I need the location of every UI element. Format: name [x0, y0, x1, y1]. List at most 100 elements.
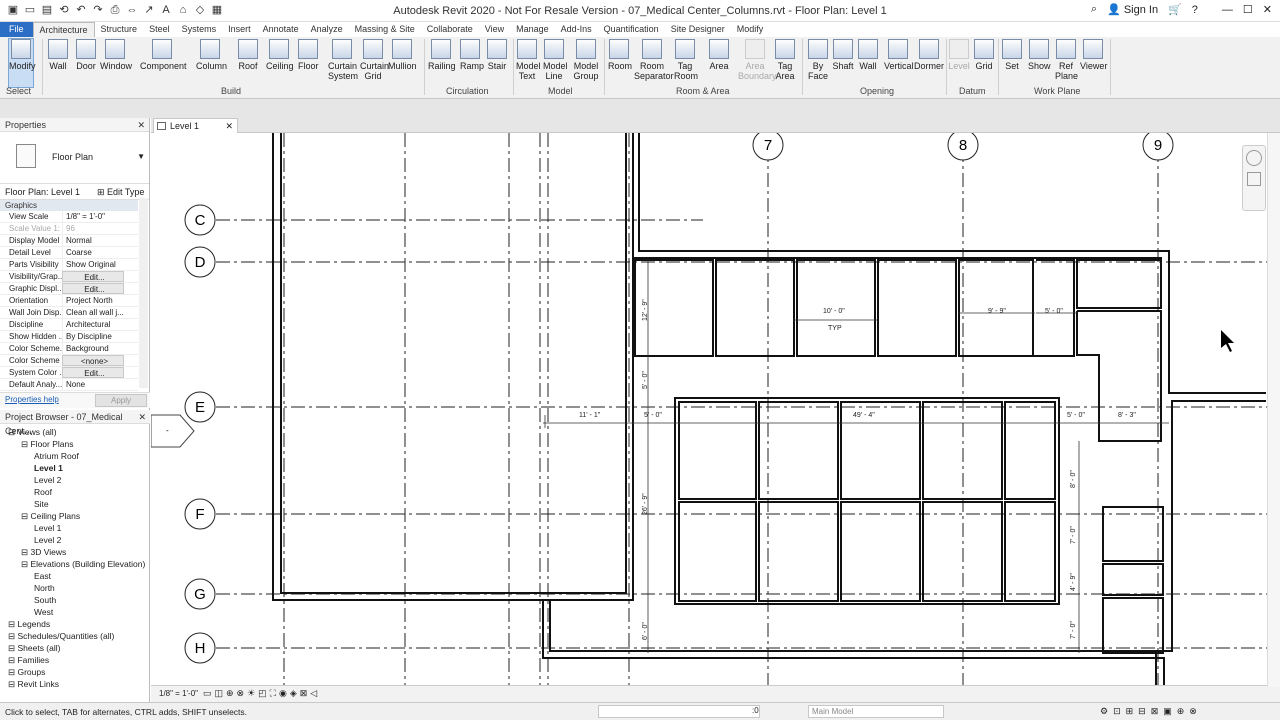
shaft-button[interactable]: Shaft [832, 39, 854, 71]
tab-insert[interactable]: Insert [222, 22, 257, 37]
level-button[interactable]: Level [948, 39, 970, 71]
curtain-grid-button[interactable]: Curtain Grid [360, 39, 389, 81]
browser-item[interactable]: Site [0, 498, 150, 510]
browser-item[interactable]: South [0, 594, 150, 606]
grid-bubble-f[interactable]: F [184, 498, 216, 530]
browser-item[interactable]: Level 1 [0, 522, 150, 534]
grid-bubble-e[interactable]: E [184, 391, 216, 423]
property-row[interactable]: Detail Level Coarse [0, 247, 138, 259]
design-option-selector[interactable]: Main Model [808, 705, 944, 718]
browser-item[interactable]: ⊟ Schedules/Quantities (all) [0, 630, 150, 642]
browser-item[interactable]: ⊟ Elevations (Building Elevation) [0, 558, 150, 570]
tab-analyze[interactable]: Analyze [305, 22, 349, 37]
grid-bubble-h[interactable]: H [184, 632, 216, 664]
tab-collaborate[interactable]: Collaborate [421, 22, 479, 37]
browser-item[interactable]: ⊟ Legends [0, 618, 150, 630]
property-row[interactable]: Wall Join Disp... Clean all wall j... [0, 307, 138, 319]
edit-type-button[interactable]: ⊞ Edit Type [97, 184, 144, 200]
property-row[interactable]: System Color ... Edit... [0, 367, 138, 379]
mullion-button[interactable]: Mullion [388, 39, 417, 71]
browser-item[interactable]: Atrium Roof [0, 450, 150, 462]
close-icon[interactable]: ✕ [225, 119, 233, 133]
properties-help-link[interactable]: Properties help [5, 395, 59, 404]
type-selector[interactable]: Floor Plan ▼ [0, 132, 149, 184]
vertical-scrollbar[interactable] [1267, 133, 1280, 687]
panel-build[interactable]: Build [221, 86, 241, 96]
property-row[interactable]: View Scale 1/8" = 1'-0" [0, 211, 138, 223]
tab-systems[interactable]: Systems [176, 22, 223, 37]
set-button[interactable]: Set [1002, 39, 1022, 71]
help-icon[interactable]: ? [1192, 4, 1198, 16]
grid-bubble-c[interactable]: C [184, 204, 216, 236]
view-scale[interactable]: 1/8" = 1'-0" [159, 689, 198, 698]
browser-item[interactable]: East [0, 570, 150, 582]
vertical-button[interactable]: Vertical [884, 39, 914, 71]
property-value[interactable]: Edit... [62, 271, 124, 282]
property-value[interactable]: <none> [62, 355, 124, 366]
property-row[interactable]: Graphic Displ... Edit... [0, 283, 138, 295]
zoom-icon[interactable] [1247, 172, 1261, 186]
properties-scrollbar[interactable] [139, 198, 148, 388]
close-icon[interactable]: ✕ [137, 118, 145, 132]
property-row[interactable]: Show Hidden ... By Discipline [0, 331, 138, 343]
property-row[interactable]: Color Scheme <none> [0, 355, 138, 367]
wall-button[interactable]: Wall [48, 39, 68, 71]
model-group-button[interactable]: Model Group [573, 39, 599, 81]
panel-datum[interactable]: Datum [959, 86, 986, 96]
room-separator-button[interactable]: Room Separator [634, 39, 674, 81]
property-value[interactable]: Coarse [62, 247, 124, 258]
browser-item[interactable]: ⊟ Groups [0, 666, 150, 678]
tag-room-button[interactable]: Tag Room [674, 39, 698, 81]
search-icon[interactable]: ⌕ [1091, 3, 1097, 16]
browser-item[interactable]: West [0, 606, 150, 618]
property-value[interactable]: 96 [62, 223, 124, 234]
browser-item[interactable]: ⊟ Floor Plans [0, 438, 150, 450]
model-line-button[interactable]: Model Line [543, 39, 568, 81]
property-value[interactable]: 1/8" = 1'-0" [62, 211, 124, 222]
close-icon[interactable]: ✕ [138, 410, 146, 424]
stair-button[interactable]: Stair [487, 39, 507, 71]
dormer-button[interactable]: Dormer [914, 39, 944, 71]
view-control-icons[interactable]: ▭◫⊕⊗☀◰⛶◉◈⊠◁ [203, 688, 320, 699]
property-value[interactable]: Show Original [62, 259, 124, 270]
door-button[interactable]: Door [76, 39, 96, 71]
cart-icon[interactable]: 🛒 [1168, 3, 1182, 16]
browser-item[interactable]: Level 2 [0, 534, 150, 546]
property-value[interactable]: Architectural [62, 319, 124, 330]
grid-bubble-8[interactable]: 8 [947, 133, 979, 161]
drawing-area[interactable]: Level 1 ✕ 10' - 0" TYP 9' - 9" 5' - 0" 1… [151, 118, 1280, 702]
property-value[interactable]: Clean all wall j... [62, 307, 124, 318]
close-button[interactable]: ✕ [1263, 3, 1272, 16]
browser-item[interactable]: ⊟ 3D Views [0, 546, 150, 558]
view-tab-level-1[interactable]: Level 1 ✕ [153, 118, 238, 133]
tab-steel[interactable]: Steel [143, 22, 176, 37]
property-value[interactable]: Edit... [62, 367, 124, 378]
property-value[interactable]: By Discipline [62, 331, 124, 342]
room-button[interactable]: Room [608, 39, 632, 71]
workset-selector[interactable] [598, 705, 760, 718]
area-boundary-button[interactable]: Area Boundary [738, 39, 777, 81]
property-row[interactable]: Scale Value 1: 96 [0, 223, 138, 235]
by-face-button[interactable]: By Face [807, 39, 829, 81]
property-value[interactable]: None [62, 379, 124, 390]
sign-in-link[interactable]: 👤 Sign In [1107, 3, 1158, 16]
panel-circulation[interactable]: Circulation [446, 86, 489, 96]
roof-button[interactable]: Roof [238, 39, 258, 71]
graphics-group[interactable]: Graphics [0, 200, 138, 211]
browser-item[interactable]: Roof [0, 486, 150, 498]
property-value[interactable]: Project North [62, 295, 124, 306]
tab-view[interactable]: View [479, 22, 510, 37]
viewer-button[interactable]: Viewer [1080, 39, 1107, 71]
grid-button[interactable]: Grid [973, 39, 995, 71]
floor-plan-drawing[interactable]: 10' - 0" TYP 9' - 9" 5' - 0" 11' - 1" 5'… [151, 133, 1280, 685]
wall-button[interactable]: Wall [858, 39, 878, 71]
grid-bubble-7[interactable]: 7 [752, 133, 784, 161]
tab-add-ins[interactable]: Add-Ins [555, 22, 598, 37]
navigation-bar[interactable] [1242, 145, 1266, 211]
steering-wheel-icon[interactable] [1246, 150, 1262, 166]
property-value[interactable]: Normal [62, 235, 124, 246]
browser-item[interactable]: ⊟ Families [0, 654, 150, 666]
property-row[interactable]: Default Analy... None [0, 379, 138, 391]
property-value[interactable]: Background [62, 343, 124, 354]
grid-bubble-g[interactable]: G [184, 578, 216, 610]
